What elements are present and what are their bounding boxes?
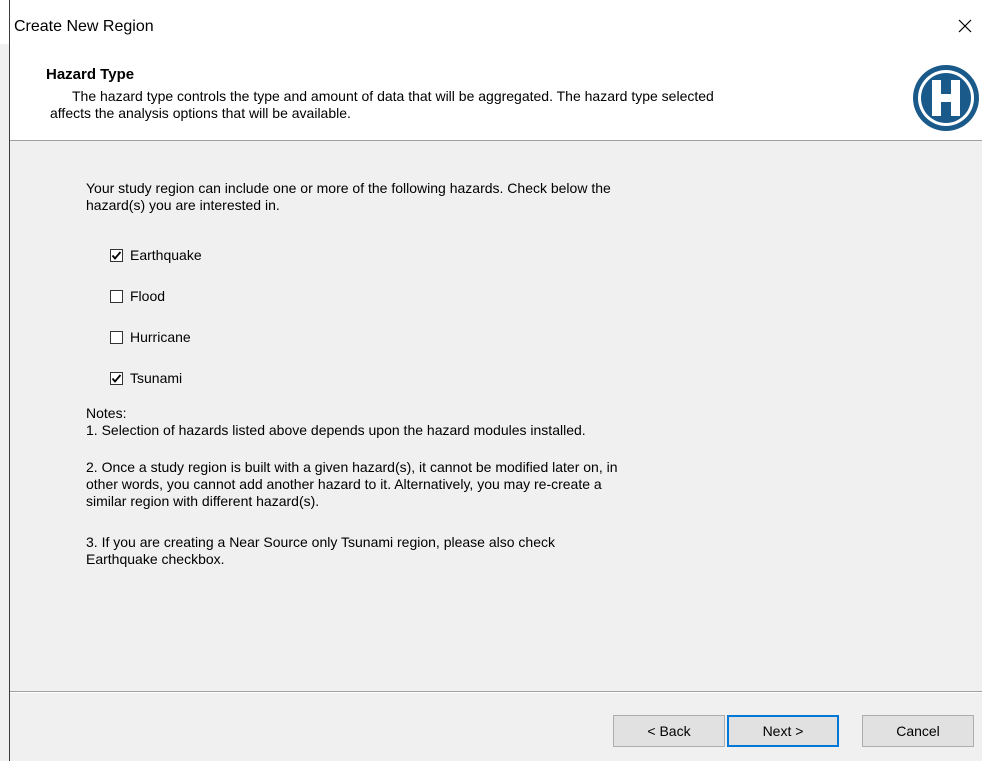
note-2-line2: other words, you cannot add another haza… bbox=[86, 476, 602, 492]
checkmark-icon bbox=[111, 373, 122, 383]
intro-text: Your study region can include one or mor… bbox=[86, 180, 786, 214]
checkbox-label-earthquake: Earthquake bbox=[130, 247, 202, 263]
checkbox-box[interactable] bbox=[110, 248, 123, 262]
checkbox-box[interactable] bbox=[110, 330, 123, 344]
checkbox-label-tsunami: Tsunami bbox=[130, 370, 183, 386]
footer-divider-highlight bbox=[10, 692, 982, 693]
cancel-button[interactable]: Cancel bbox=[862, 715, 974, 747]
flood-checkbox[interactable]: Flood bbox=[110, 288, 165, 304]
note-3: 3. If you are creating a Near Source onl… bbox=[86, 534, 786, 568]
notes-section: Notes: 1. Selection of hazards listed ab… bbox=[86, 405, 786, 439]
page-title: Hazard Type bbox=[46, 66, 135, 83]
wizard-content: Your study region can include one or mor… bbox=[10, 141, 982, 691]
checkbox-label-flood: Flood bbox=[130, 288, 166, 304]
back-button[interactable]: < Back bbox=[613, 715, 725, 747]
notes-heading: Notes: bbox=[86, 405, 127, 421]
note-1: 1. Selection of hazards listed above dep… bbox=[86, 422, 586, 438]
earthquake-checkbox[interactable]: Earthquake bbox=[110, 247, 202, 263]
page-description: The hazard type controls the type and am… bbox=[50, 88, 872, 122]
wizard-header: Hazard Type The hazard type controls the… bbox=[10, 44, 982, 141]
window-border bbox=[9, 0, 10, 761]
tsunami-checkbox[interactable]: Tsunami bbox=[110, 370, 182, 386]
hazus-h-logo-icon bbox=[913, 65, 979, 131]
hurricane-checkbox[interactable]: Hurricane bbox=[110, 329, 191, 345]
create-region-dialog: Create New Region Hazard Type The hazard… bbox=[0, 0, 982, 761]
intro-text-line2: hazard(s) you are interested in. bbox=[86, 197, 280, 213]
close-icon bbox=[958, 19, 972, 33]
title-bar: Create New Region bbox=[0, 0, 982, 44]
close-button[interactable] bbox=[948, 10, 982, 42]
note-3-line1: 3. If you are creating a Near Source onl… bbox=[86, 534, 555, 550]
next-button[interactable]: Next > bbox=[727, 715, 839, 747]
note-2-line3: similar region with different hazard(s). bbox=[86, 493, 320, 509]
checkmark-icon bbox=[111, 250, 122, 260]
note-2: 2. Once a study region is built with a g… bbox=[86, 459, 786, 510]
checkbox-label-hurricane: Hurricane bbox=[130, 329, 191, 345]
checkbox-box[interactable] bbox=[110, 289, 123, 303]
note-2-line1: 2. Once a study region is built with a g… bbox=[86, 459, 618, 475]
page-description-line2: affects the analysis options that will b… bbox=[50, 105, 351, 121]
intro-text-line1: Your study region can include one or mor… bbox=[86, 180, 611, 196]
page-description-line1: The hazard type controls the type and am… bbox=[72, 88, 714, 104]
window-title: Create New Region bbox=[14, 18, 154, 35]
note-3-line2: Earthquake checkbox. bbox=[86, 551, 225, 567]
checkbox-box[interactable] bbox=[110, 371, 123, 385]
